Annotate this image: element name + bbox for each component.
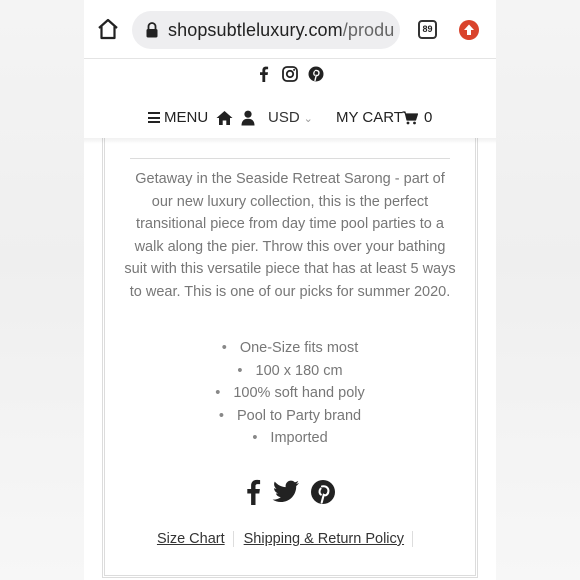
pinterest-share-icon[interactable]: [310, 479, 336, 505]
url-text: shopsubtleluxury.com/produ: [168, 20, 394, 41]
site-navigation: MENU USD ⌄ MY CART 0: [84, 104, 496, 134]
phone-screen: shopsubtleluxury.com/produ 89 MENU USD ⌄…: [84, 0, 496, 580]
home-icon[interactable]: [96, 17, 120, 41]
facebook-icon[interactable]: [254, 64, 274, 84]
size-chart-link[interactable]: Size Chart: [157, 531, 225, 547]
lock-icon: [145, 22, 159, 38]
list-item: • One-Size fits most: [221, 340, 359, 356]
list-item: • 100 x 180 cm: [237, 362, 343, 379]
twitter-share-icon[interactable]: [272, 480, 300, 504]
link-separator: [232, 531, 234, 548]
share-buttons: [84, 478, 496, 508]
address-bar[interactable]: shopsubtleluxury.com/produ: [132, 11, 400, 49]
list-item: • 100% soft hand poly: [215, 385, 365, 402]
product-description: Getaway in the Seaside Retreat Sarong - …: [124, 171, 456, 300]
chevron-down-icon: ⌄: [303, 113, 313, 125]
hamburger-icon: [148, 112, 160, 123]
facebook-share-icon[interactable]: [244, 478, 262, 506]
account-icon[interactable]: [241, 110, 255, 126]
header-shadow: [84, 138, 496, 144]
tabs-icon[interactable]: 89: [418, 20, 437, 39]
shipping-return-policy-link[interactable]: Shipping & Return Policy: [244, 531, 404, 547]
currency-label: USD: [268, 109, 300, 126]
extension-icon[interactable]: [459, 20, 479, 40]
currency-selector[interactable]: USD ⌄: [268, 109, 313, 126]
cart-link[interactable]: MY CART: [336, 109, 403, 126]
cart-icon[interactable]: [402, 111, 419, 125]
pinterest-icon[interactable]: [306, 64, 326, 84]
list-item: • Pool to Party brand: [218, 407, 362, 424]
cart-count: 0: [424, 109, 433, 126]
home-nav-icon[interactable]: [216, 110, 233, 126]
url-domain: shopsubtleluxury.com: [168, 20, 343, 40]
instagram-icon[interactable]: [280, 64, 300, 84]
cart-label: MY CART: [336, 109, 403, 126]
divider: [130, 158, 450, 159]
policy-links: Size Chart Shipping & Return Policy: [84, 531, 496, 548]
link-separator: [412, 531, 414, 548]
url-path: /produ: [342, 20, 395, 40]
product-features: • One-Size fits most • 100 x 180 cm • 100% …: [84, 337, 496, 450]
menu-label: MENU: [164, 109, 209, 126]
list-item: • Imported: [252, 430, 328, 447]
browser-toolbar: shopsubtleluxury.com/produ 89: [84, 0, 496, 59]
social-links: [84, 64, 496, 88]
tab-count: 89: [422, 24, 433, 34]
